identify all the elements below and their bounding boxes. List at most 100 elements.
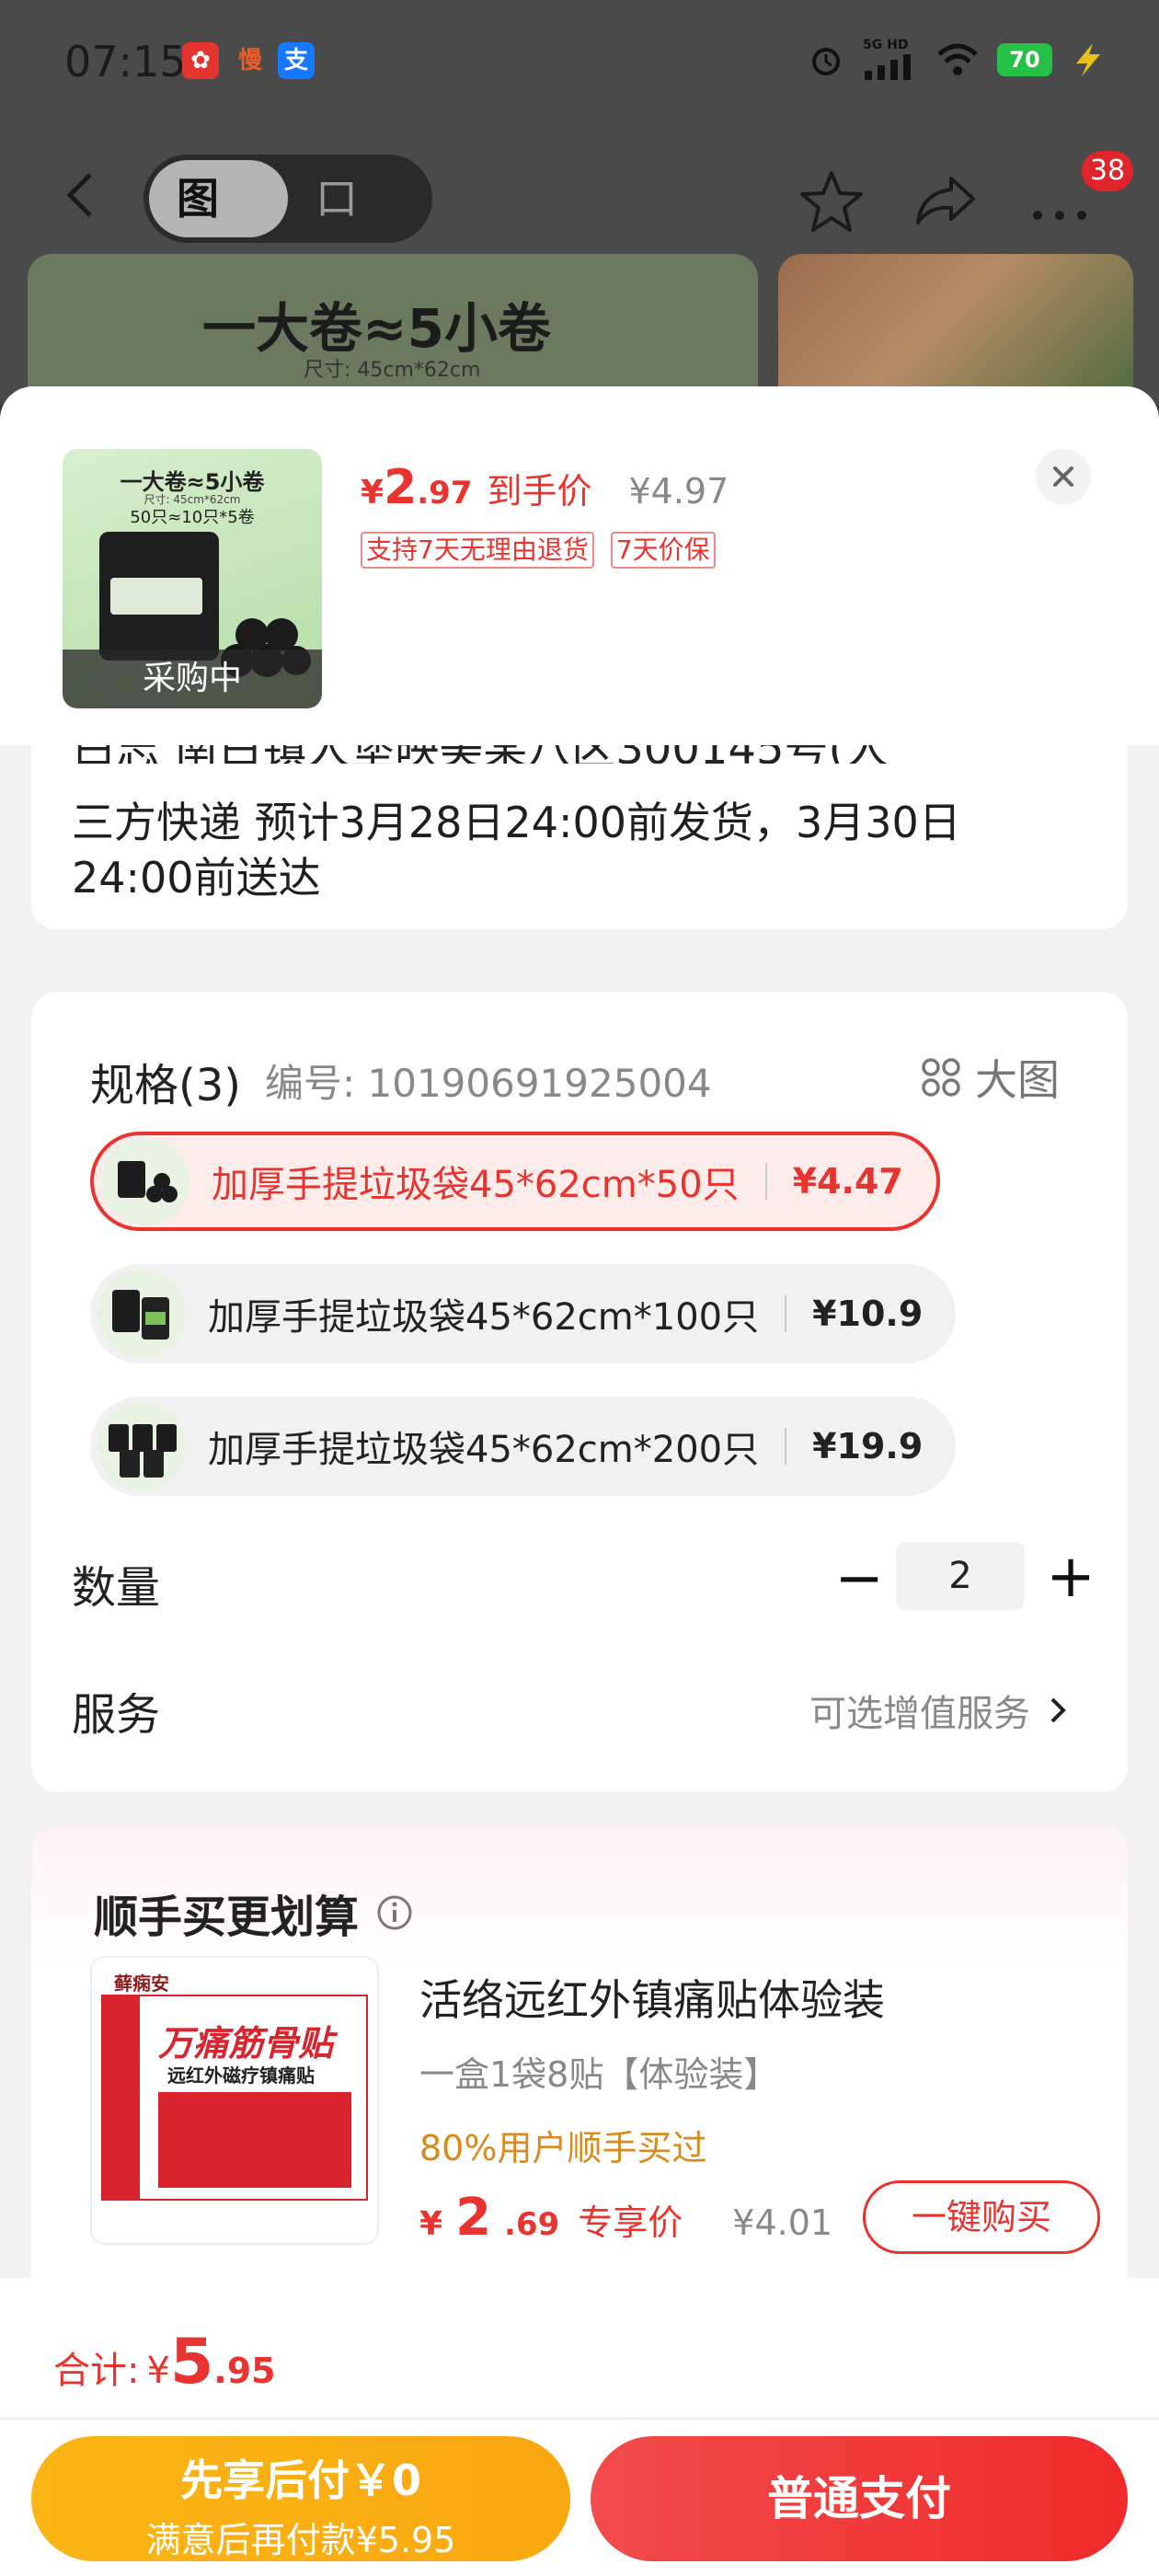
- spec-option-200[interactable]: 加厚手提垃圾袋45*62cm*200只 ¥19.9: [90, 1397, 957, 1496]
- price-decimal: .97: [417, 475, 473, 512]
- option-name: 加厚手提垃圾袋45*62cm*50只: [212, 1164, 740, 1206]
- price-row: ¥2.97 到手价 ¥4.97: [361, 460, 729, 515]
- checkout-footer: 合计: ¥5.95 先享后付￥0 满意后再付款¥5.95 普通支付: [0, 2278, 1159, 2576]
- share-icon[interactable]: [909, 166, 982, 239]
- service-label: 服务: [72, 1689, 161, 1741]
- star-icon[interactable]: [795, 166, 868, 239]
- addon-card: 顺手买更划算 万痛筋骨贴 远红外磁疗镇痛贴 藓痫安 活络远红外镇痛贴体验装 一盒…: [31, 1827, 1128, 2306]
- app-notification-icon: 慢: [237, 47, 262, 75]
- addon-original-price: ¥4.01: [732, 2202, 833, 2243]
- footer-divider: [0, 2418, 1159, 2420]
- price-symbol: ¥: [361, 474, 384, 512]
- close-icon[interactable]: [1036, 449, 1091, 504]
- option-thumbnail: [98, 1402, 186, 1490]
- total-label: 合计:: [53, 2350, 140, 2392]
- option-price: ¥4.47: [792, 1161, 903, 1202]
- quantity-plus-button[interactable]: +: [1034, 1540, 1107, 1614]
- spec-option-50[interactable]: 加厚手提垃圾袋45*62cm*50只 ¥4.47: [90, 1132, 940, 1231]
- quantity-label: 数量: [72, 1562, 161, 1614]
- product-code: 编号: 10190691925004: [265, 1061, 712, 1106]
- addon-price-integer: 2: [455, 2188, 492, 2248]
- banner-subtitle: 尺寸: 45cm*62cm: [304, 359, 481, 382]
- option-name: 加厚手提垃圾袋45*62cm*200只: [208, 1429, 760, 1471]
- option-divider: [764, 1163, 767, 1200]
- grid-icon: [922, 1058, 960, 1097]
- total-decimal: .95: [213, 2351, 276, 2391]
- addon-social-proof: 80%用户顺手买过: [419, 2128, 707, 2168]
- addon-price-symbol: ¥: [419, 2205, 443, 2243]
- final-price-label: 到手价: [487, 471, 592, 512]
- patch-brand: 藓痫安: [114, 1972, 169, 1995]
- thumb-count: 50只≈10只*5卷: [130, 508, 255, 527]
- patch-subtitle: 远红外磁疗镇痛贴: [167, 2064, 315, 2087]
- option-divider: [785, 1428, 787, 1465]
- quantity-minus-button[interactable]: −: [822, 1542, 896, 1616]
- price-integer: 2: [384, 460, 418, 515]
- spec-card: 规格(3) 编号: 10190691925004 大图 加厚手提垃圾袋45*62…: [31, 992, 1128, 1792]
- sku-sheet: 一大卷≈5小卷 尺寸: 45cm*62cm 50只≈10只*5卷 采购中 ¥2.…: [0, 386, 1159, 2576]
- purchasing-status: 采购中: [63, 650, 322, 708]
- addon-product-image[interactable]: 万痛筋骨贴 远红外磁疗镇痛贴 藓痫安: [90, 1956, 379, 2245]
- addon-title: 顺手买更划算: [94, 1880, 414, 1945]
- tab-gallery[interactable]: 图集: [149, 160, 288, 301]
- roll-label: [110, 578, 202, 615]
- service-tags: 支持7天无理由退货 7天价保: [361, 532, 716, 569]
- option-thumbnail: [101, 1137, 189, 1225]
- option-price: ¥10.9: [812, 1294, 924, 1334]
- delivery-card[interactable]: 白志 南白镇人堡映美某八区300145号(人 三方快递 预计3月28日24:00…: [31, 738, 1128, 929]
- info-icon[interactable]: [375, 1893, 414, 1932]
- patch-title: 万痛筋骨贴: [158, 2023, 334, 2064]
- signal-icon: 5G HD: [863, 38, 918, 80]
- addon-price-label: 专享价: [578, 2202, 683, 2243]
- battery-indicator: 70: [997, 43, 1052, 76]
- charging-icon: [1076, 43, 1100, 76]
- service-selector[interactable]: 可选增值服务: [809, 1684, 1069, 1737]
- quantity-input[interactable]: 2: [896, 1542, 1025, 1610]
- product-thumbnail[interactable]: 一大卷≈5小卷 尺寸: 45cm*62cm 50只≈10只*5卷 采购中: [63, 449, 322, 708]
- final-price: ¥2.97: [361, 460, 472, 515]
- status-icons: 5G HD 70: [808, 37, 1104, 83]
- pay-later-button[interactable]: 先享后付￥0 满意后再付款¥5.95: [31, 2436, 570, 2561]
- patch-red-panel: [158, 2092, 351, 2188]
- addon-price-decimal: .69: [504, 2206, 560, 2243]
- addon-price: ¥2 .69 专享价 ¥4.01: [419, 2188, 832, 2248]
- big-image-label: 大图: [975, 1055, 1060, 1105]
- tab-reviews[interactable]: 口碑: [288, 160, 427, 301]
- service-value: 可选增值服务: [809, 1693, 1030, 1735]
- normal-pay-button[interactable]: 普通支付: [591, 2436, 1128, 2561]
- wifi-icon: [937, 43, 978, 75]
- addon-product-spec: 一盒1袋8贴【体验装】: [419, 2054, 779, 2095]
- addon-title-text: 顺手买更划算: [94, 1892, 360, 1943]
- total-integer: 5: [169, 2326, 214, 2398]
- addon-product-name[interactable]: 活络远红外镇痛贴体验装: [419, 1967, 885, 2028]
- app-notification-icon: ✿: [182, 42, 219, 79]
- return-policy-tag: 支持7天无理由退货: [361, 532, 594, 569]
- back-icon[interactable]: [55, 167, 110, 223]
- option-divider: [785, 1295, 787, 1332]
- total-symbol: ¥: [146, 2350, 170, 2392]
- spec-option-100[interactable]: 加厚手提垃圾袋45*62cm*100只 ¥10.9: [90, 1264, 957, 1363]
- total-price: 合计: ¥5.95: [53, 2326, 276, 2398]
- original-price: ¥4.97: [628, 471, 729, 512]
- alipay-icon: 支: [278, 42, 315, 79]
- banner-title: 一大卷≈5小卷: [202, 297, 551, 360]
- spec-title: 规格(3): [90, 1060, 241, 1111]
- option-thumbnail: [98, 1270, 186, 1358]
- big-image-toggle[interactable]: 大图: [920, 1047, 1060, 1108]
- patch-box: 万痛筋骨贴 远红外磁疗镇痛贴: [101, 1995, 368, 2201]
- gallery-tabs: 图集 口碑: [143, 155, 432, 301]
- option-price: ¥19.9: [812, 1426, 924, 1466]
- delivery-estimate: 三方快递 预计3月28日24:00前发货，3月30日24:00前送达: [72, 798, 961, 903]
- option-name: 加厚手提垃圾袋45*62cm*100只: [208, 1296, 760, 1339]
- chevron-right-icon: [1050, 1697, 1066, 1723]
- one-click-buy-button[interactable]: 一键购买: [863, 2180, 1100, 2254]
- status-bar: 07:15 ✿ 慢 支 5G HD 70: [0, 0, 1159, 129]
- status-time: 07:15: [64, 37, 187, 86]
- alarm-icon: [812, 48, 840, 75]
- network-label: 5G HD: [863, 38, 909, 52]
- price-protect-tag: 7天价保: [610, 532, 716, 569]
- sheet-header: 一大卷≈5小卷 尺寸: 45cm*62cm 50只≈10只*5卷 采购中 ¥2.…: [0, 386, 1159, 745]
- pay-later-subtitle: 满意后再付款¥5.95: [145, 2520, 456, 2560]
- pay-later-title: 先享后付￥0: [179, 2455, 421, 2505]
- message-count-badge: 38: [1082, 151, 1133, 191]
